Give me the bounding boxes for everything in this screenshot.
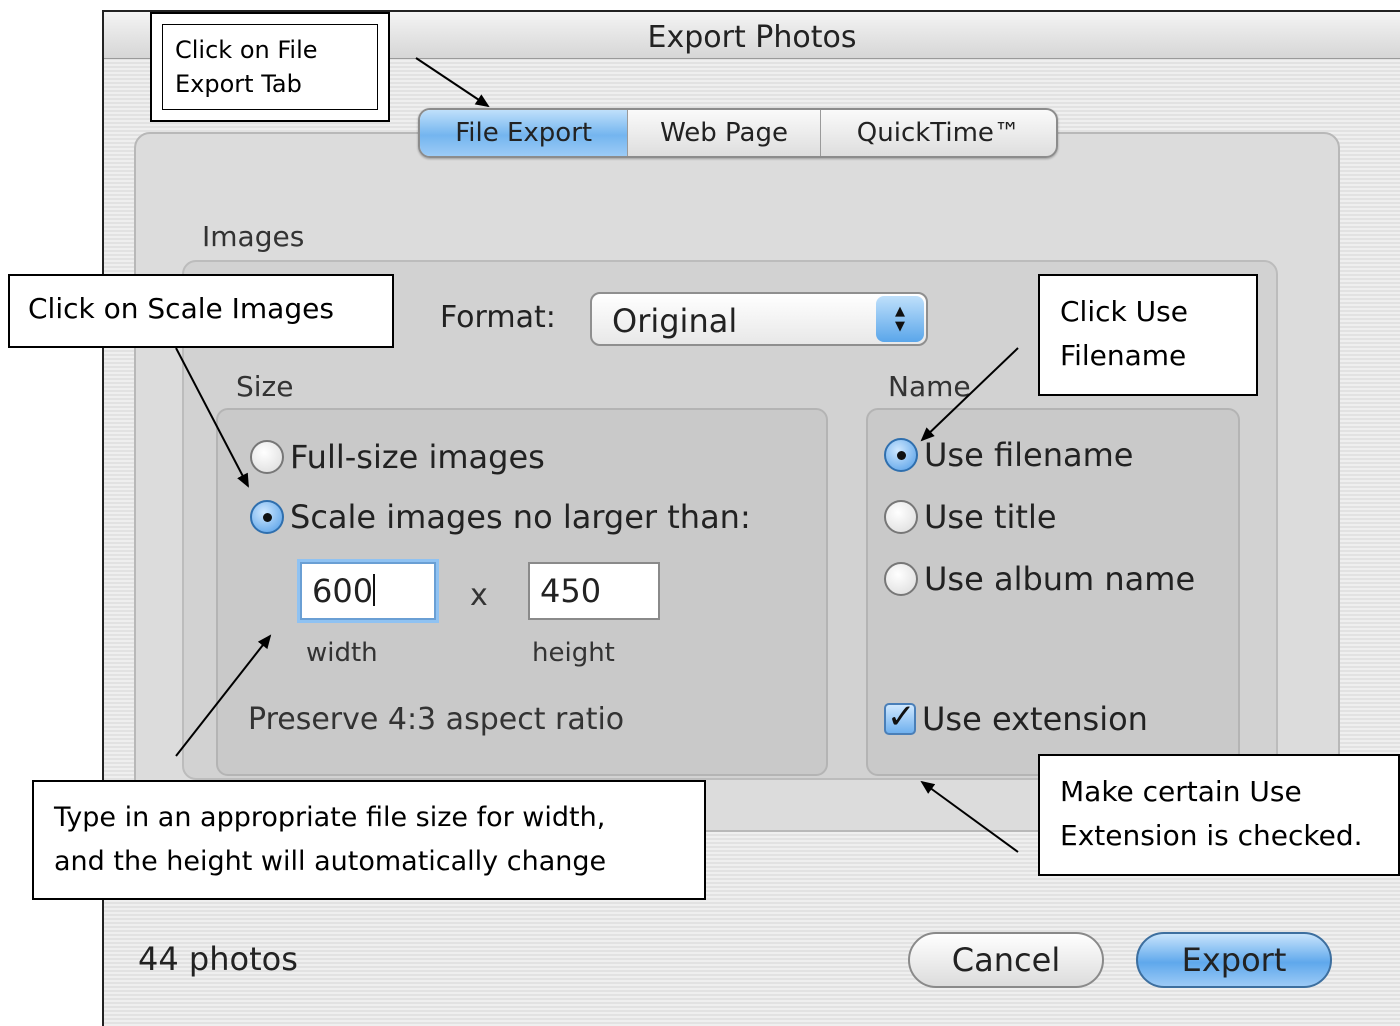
arrow-to-width-field	[175, 634, 272, 757]
annotation-arrows	[175, 57, 1019, 853]
arrow-to-use-extension	[920, 780, 1019, 853]
arrow-to-use-filename	[920, 347, 1019, 442]
arrow-to-scale-images	[175, 347, 249, 488]
arrow-to-file-export-tab	[415, 57, 490, 108]
